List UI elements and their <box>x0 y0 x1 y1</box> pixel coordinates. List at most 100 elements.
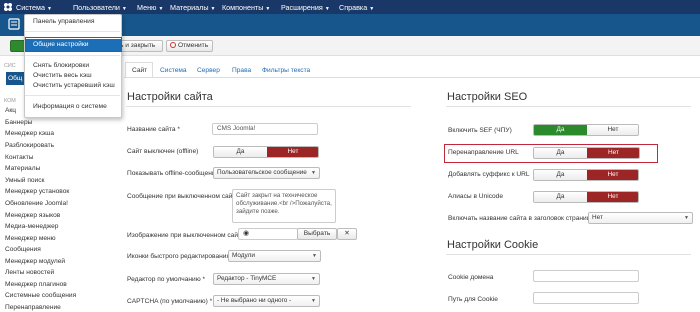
tab-site[interactable]: Сайт <box>132 67 147 74</box>
captcha-label: CAPTCHA (по умолчанию) * <box>127 298 213 305</box>
sidebar-item[interactable]: Менеджер установок <box>5 188 69 195</box>
offline-label: Сайт выключен (offline) <box>127 148 199 155</box>
offline-message-label: Показывать offline-сообщение <box>127 170 220 177</box>
nav-menu[interactable]: Меню ▼ <box>137 3 163 12</box>
cancel-icon <box>170 42 176 48</box>
cookie-path-input[interactable] <box>533 292 639 304</box>
tab-system[interactable]: Система <box>160 67 187 74</box>
offline-image-input[interactable]: ◉ <box>238 228 298 240</box>
caret-down-icon: ▼ <box>210 6 216 12</box>
tab-server[interactable]: Сервер <box>197 67 220 74</box>
sidebar-item[interactable]: Баннеры <box>5 119 32 126</box>
url-suffix-label: Добавлять суффикс к URL <box>448 171 530 178</box>
sidebar-item[interactable]: Контакты <box>5 154 33 161</box>
dropdown-arrow-icon: ▼ <box>311 276 316 282</box>
offline-message-select[interactable]: Пользовательское сообщение ▼ <box>213 167 320 179</box>
sidebar-item[interactable]: Умный поиск <box>5 177 44 184</box>
url-rewrite-yes-option[interactable]: Да <box>534 148 587 158</box>
tabs-divider <box>124 77 700 78</box>
url-rewrite-no-option[interactable]: Нет <box>587 148 639 158</box>
sidebar-item[interactable]: Системные сообщения <box>5 292 76 299</box>
menu-item-control-panel[interactable]: Панель управления <box>33 18 94 25</box>
offline-yes-option[interactable]: Да <box>214 147 267 157</box>
sitename-pagetitles-select[interactable]: Нет ▼ <box>588 212 693 224</box>
caret-down-icon: ▼ <box>369 6 375 12</box>
cookie-domain-label: Cookie домена <box>448 274 494 281</box>
sidebar-item[interactable]: Перенаправление <box>5 304 61 311</box>
quickicon-select[interactable]: Модули ▼ <box>228 250 321 262</box>
unicode-alias-yes-option[interactable]: Да <box>534 192 587 202</box>
offline-text-area[interactable]: Сайт закрыт на техническое обслуживание.… <box>232 189 336 223</box>
sef-toggle[interactable]: Да Нет <box>533 124 639 136</box>
sidebar-item[interactable]: Медиа-менеджер <box>5 223 58 230</box>
sidebar-item[interactable]: Менеджер языков <box>5 212 60 219</box>
sef-yes-option[interactable]: Да <box>534 125 587 135</box>
url-rewrite-label: Перенаправление URL <box>448 149 519 156</box>
url-suffix-toggle[interactable]: Да Нет <box>533 169 639 181</box>
sidebar-item[interactable]: Менеджер плагинов <box>5 281 67 288</box>
joomla-logo-icon[interactable] <box>3 2 13 12</box>
tab-text-filters[interactable]: Фильтры текста <box>262 67 310 74</box>
select-image-button[interactable]: Выбрать <box>297 228 337 240</box>
site-name-input[interactable]: CMS Joomla! <box>212 123 318 135</box>
highlight-box <box>25 37 122 52</box>
menu-divider <box>25 31 120 32</box>
captcha-select[interactable]: - Не выбрано ни одного - ▼ <box>213 295 320 307</box>
sidebar-item[interactable]: Менеджер модулей <box>5 258 65 265</box>
sidebar-item[interactable]: Материалы <box>5 165 40 172</box>
unicode-alias-toggle[interactable]: Да Нет <box>533 191 639 203</box>
site-name-label: Название сайта * <box>127 126 180 133</box>
menu-item-clear-cache[interactable]: Очистить весь кэш <box>33 72 92 79</box>
sef-label: Включить SEF (ЧПУ) <box>448 127 512 134</box>
caret-down-icon: ▼ <box>121 6 127 12</box>
unicode-alias-no-option[interactable]: Нет <box>587 192 638 202</box>
tab-permissions[interactable]: Права <box>232 67 251 74</box>
sidebar-item[interactable]: Менеджер кэша <box>5 130 54 137</box>
cookie-settings-title: Настройки Cookie <box>447 239 539 251</box>
caret-down-icon: ▼ <box>158 6 164 12</box>
caret-down-icon: ▼ <box>265 6 271 12</box>
sef-no-option[interactable]: Нет <box>587 125 638 135</box>
menu-item-global-checkin[interactable]: Снять блокировки <box>33 62 89 69</box>
url-rewrite-toggle[interactable]: Да Нет <box>533 147 640 159</box>
clear-image-button[interactable]: ✕ <box>337 228 357 240</box>
wrench-icon <box>8 18 20 30</box>
editor-label: Редактор по умолчанию * <box>127 276 206 283</box>
menu-divider <box>25 55 120 56</box>
offline-text-label: Сообщение при выключенном сайте <box>127 193 239 200</box>
url-suffix-no-option[interactable]: Нет <box>587 170 638 180</box>
sidebar-item[interactable]: Ленты новостей <box>5 269 54 276</box>
dropdown-arrow-icon: ▼ <box>684 215 689 221</box>
url-suffix-yes-option[interactable]: Да <box>534 170 587 180</box>
offline-toggle[interactable]: Да Нет <box>213 146 319 158</box>
nav-extensions[interactable]: Расширения ▼ <box>281 3 330 12</box>
seo-settings-title: Настройки SEO <box>447 91 528 103</box>
dropdown-arrow-icon: ▼ <box>311 170 316 176</box>
caret-down-icon: ▼ <box>324 6 330 12</box>
sidebar-item[interactable]: Акц <box>5 107 16 114</box>
eye-icon[interactable]: ◉ <box>243 230 249 237</box>
sidebar-item[interactable]: Разблокировать <box>5 142 54 149</box>
nav-content[interactable]: Материалы ▼ <box>170 3 215 12</box>
sidebar-item[interactable]: Менеджер меню <box>5 235 56 242</box>
offline-no-option[interactable]: Нет <box>267 147 318 157</box>
cookie-domain-input[interactable] <box>533 270 639 282</box>
dropdown-arrow-icon: ▼ <box>312 253 317 259</box>
dropdown-arrow-icon: ▼ <box>311 298 316 304</box>
nav-system[interactable]: Система ▼ <box>16 3 52 12</box>
editor-select[interactable]: Редактор - TinyMCE ▼ <box>213 273 320 285</box>
cancel-button[interactable]: Отменить <box>166 40 213 52</box>
nav-components[interactable]: Компоненты ▼ <box>222 3 270 12</box>
menu-item-system-information[interactable]: Информация о системе <box>33 103 107 110</box>
nav-users[interactable]: Пользователи ▼ <box>73 3 127 12</box>
site-settings-title: Настройки сайта <box>127 91 213 103</box>
divider <box>126 106 411 107</box>
menu-divider <box>25 95 120 96</box>
divider <box>446 106 691 107</box>
nav-help[interactable]: Справка ▼ <box>339 3 374 12</box>
menu-item-purge-expired-cache[interactable]: Очистить устаревший кэш <box>33 82 115 89</box>
sidebar-item[interactable]: Обновление Joomla! <box>5 200 68 207</box>
sidebar-item[interactable]: Сообщения <box>5 246 41 253</box>
sitename-pagetitles-label: Включать название сайта в заголовок стра… <box>448 215 596 222</box>
offline-image-label: Изображение при выключенном сайте <box>127 232 245 239</box>
